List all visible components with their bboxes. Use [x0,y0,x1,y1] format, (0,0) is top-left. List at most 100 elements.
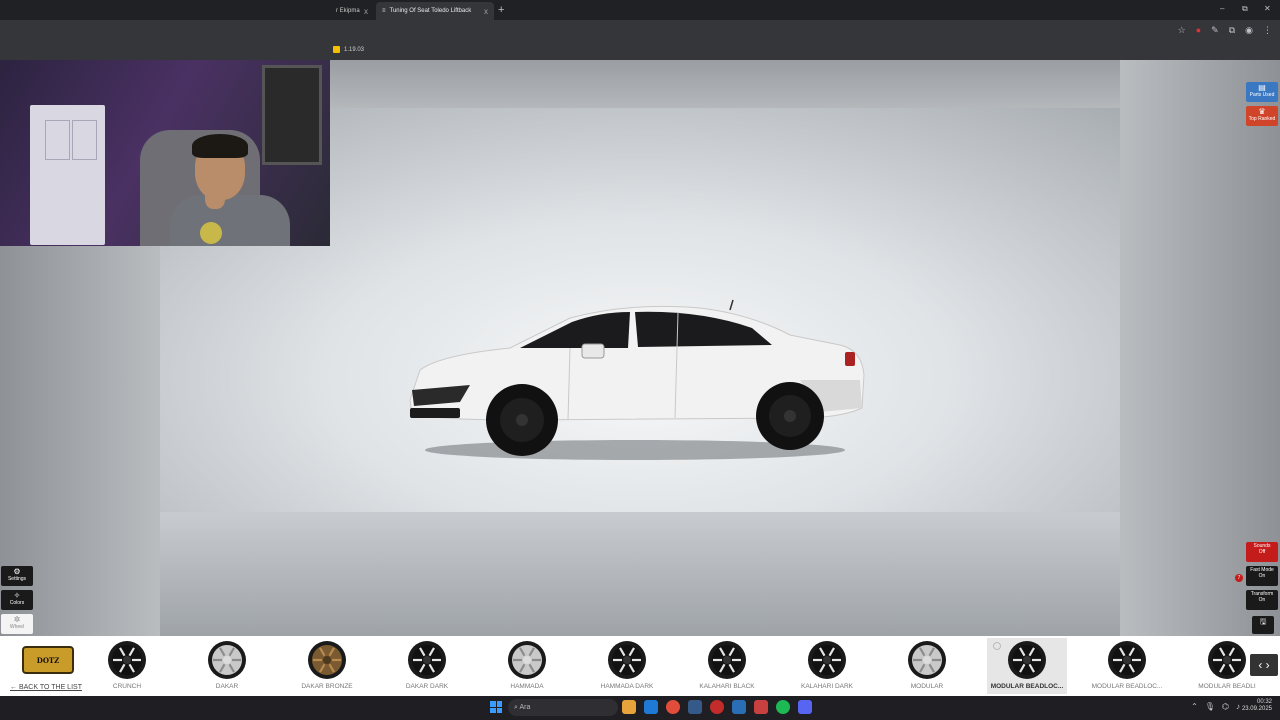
wheel-rim-icon [808,641,846,679]
fast-mode-state: On [1258,572,1266,579]
wheel-nav-arrows-icon[interactable]: ‹ › [1250,654,1278,676]
top-ranked-label: Top Ranked [1248,115,1276,122]
wheel-rim-icon [208,641,246,679]
wheel-rim-icon [608,641,646,679]
wheel-option[interactable]: HAMMADA [487,638,567,694]
wheel-option-label: CRUNCH [112,683,142,690]
dotz-brand-logo[interactable]: DOTZ [22,646,74,674]
cabinet-door [72,120,97,160]
top-ranked-button[interactable]: ♛ Top Ranked [1246,106,1278,126]
system-tray: ⌃ 🎙 ⌬ ♪ [1191,702,1240,711]
browser-tab-active[interactable]: ≡ Tuning Of Seat Toledo Liftback x [376,2,494,20]
wheel-option-label: DAKAR [215,683,239,690]
wheel-rim-icon [708,641,746,679]
back-to-list-link[interactable]: ← BACK TO THE LIST [10,684,82,691]
wheel-rim-icon [1108,641,1146,679]
wheel-option-label: MODULAR BEADLOC... [1091,683,1163,690]
settings-label: Settings [7,575,27,582]
browser-tab-1[interactable]: r Ekipma x [330,2,374,20]
taskbar-clock[interactable]: 00:32 23.09.2025 [1242,699,1272,713]
wheel-option[interactable]: KALAHARI BLACK [687,638,767,694]
clock-time: 00:32 [1256,699,1272,705]
wheel-option-label: DAKAR DARK [405,683,449,690]
tab-close-icon[interactable]: x [364,7,368,16]
taskbar-search[interactable]: ⌕ Ara [508,699,618,716]
puzzle-icon[interactable]: ⧉ [1229,25,1235,36]
wheel-option-label: MODULAR [910,683,944,690]
wheel-option[interactable]: MODULAR BEADLOC... [1087,638,1167,694]
wheel-rim-icon [408,641,446,679]
tab-close-icon[interactable]: x [484,7,488,16]
search-placeholder: Ara [519,704,531,711]
address-bar-row: ☆ ● ✎ ⧉ ◉ ⋮ [0,20,1280,42]
sounds-toggle[interactable]: Sounds Off [1246,542,1278,562]
volume-icon[interactable]: ♪ [1236,702,1240,711]
wheel-option-label: HAMMADA DARK [600,683,654,690]
wheel-label: Wheel [9,623,25,630]
shirt-logo [200,222,222,244]
settings-button[interactable]: ⚙ Settings [1,566,33,586]
wheel-option[interactable]: HAMMADA DARK [587,638,667,694]
close-window-icon[interactable]: ✕ [1264,4,1271,13]
tab-title: Tuning Of Seat Toledo Liftback [389,8,472,14]
windows-taskbar: ⌕ Ara ⌃ 🎙 ⌬ ♪ 00:32 23.09.2025 [0,696,1280,720]
wheel-button[interactable]: ✲ Wheel [1,614,33,634]
wheel-option[interactable]: MODULAR BEADLOC... [987,638,1067,694]
wheel-option-label: MODULAR BEADLOC... [990,683,1064,690]
colors-label: Colors [9,599,25,606]
extension-red-icon[interactable]: ● [1196,25,1201,36]
discord-icon[interactable] [798,700,812,714]
opera-icon[interactable] [710,700,724,714]
version-icon [333,46,340,53]
wheel-option-label: KALAHARI DARK [800,683,854,690]
monitor [262,65,322,165]
wheel-option-label: KALAHARI BLACK [699,683,755,690]
wheel-rim-icon [908,641,946,679]
version-text: 1.19.03 [344,46,365,53]
fast-mode-toggle[interactable]: Fast Mode On [1246,566,1278,586]
settings-app-icon[interactable] [754,700,768,714]
version-label: 1.19.03 [333,46,364,53]
wheel-option[interactable]: DAKAR DARK [387,638,467,694]
minimize-icon[interactable]: – [1220,4,1224,13]
colors-button[interactable]: ✧ Colors [1,590,33,610]
notification-badge: 7 [1235,574,1243,582]
wheel-option[interactable]: DAKAR BRONZE [287,638,367,694]
wheel-option[interactable]: MODULAR [887,638,967,694]
tray-chevron-icon[interactable]: ⌃ [1191,702,1198,711]
telegram-icon[interactable] [732,700,746,714]
spotify-icon[interactable] [776,700,790,714]
transform-toggle[interactable]: Transform On [1246,590,1278,610]
wheel-rim-icon [508,641,546,679]
wheel-option[interactable]: CRUNCH [87,638,167,694]
tab-favicon-icon: ≡ [382,8,386,14]
wheel-option[interactable]: KALAHARI DARK [787,638,867,694]
mic-icon[interactable]: 🎙 [1205,702,1215,711]
windows-start-icon[interactable] [490,701,502,713]
save-icon: 🖫 [1259,617,1267,626]
parts-used-button[interactable]: ▤ Parts Used [1246,82,1278,102]
restore-icon[interactable]: ⧉ [1242,4,1248,14]
stage-floor [160,512,1120,636]
wheel-option-label: HAMMADA [510,683,544,690]
wheel-rim-icon [1208,641,1246,679]
person-hand [205,185,225,209]
parts-used-label: Parts Used [1249,91,1275,98]
webcam-overlay [0,60,330,246]
save-button[interactable]: 🖫 [1252,616,1274,634]
extension-icon[interactable]: ✎ [1211,25,1219,36]
edge-icon[interactable] [644,700,658,714]
new-tab-plus-icon[interactable]: + [498,4,504,16]
tab-title: r Ekipma [336,8,360,14]
sounds-state: Off [1258,548,1266,555]
network-icon[interactable]: ⌬ [1222,702,1229,711]
file-explorer-icon[interactable] [622,700,636,714]
profile-icon[interactable]: ◉ [1245,25,1253,36]
menu-dots-icon[interactable]: ⋮ [1263,25,1272,36]
wheel-option-label: DAKAR BRONZE [301,683,353,690]
car-render[interactable] [400,290,870,465]
chrome-icon[interactable] [666,700,680,714]
star-icon[interactable]: ☆ [1178,25,1186,36]
steam-icon[interactable] [688,700,702,714]
wheel-option[interactable]: DAKAR [187,638,267,694]
